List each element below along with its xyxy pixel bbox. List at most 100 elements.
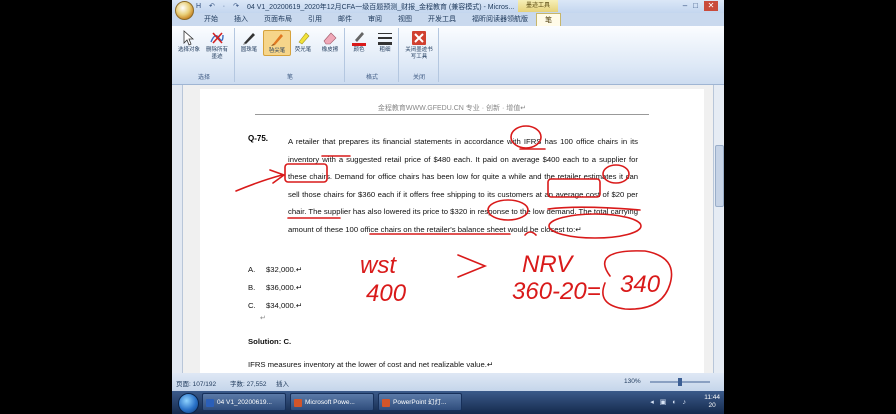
scrollbar-thumb[interactable] (715, 145, 724, 207)
select-objects-button[interactable]: 选择对象 (176, 30, 202, 54)
title-bar: H ↶ · ↷ · 04 V1_20200619_2020年12月CFA一级百题… (172, 0, 724, 13)
tab-developer[interactable]: 开发工具 (420, 13, 464, 26)
felt-tip-pen-label: 毡尖笔 (268, 48, 286, 54)
line-thickness-icon (378, 33, 392, 45)
group-pen-label: 笔 (286, 75, 293, 81)
tab-foxit-reader[interactable]: 福昕阅读器领航版 (464, 13, 536, 26)
ink-arrow-cost-to-nrv (457, 254, 488, 278)
option-c: C. $34,000.↵ (248, 301, 302, 310)
task-powerpoint-1[interactable]: Microsoft Powe... (290, 393, 374, 411)
clock[interactable]: 11:44 20 (704, 394, 720, 410)
ink-text-340: 340 (620, 271, 661, 298)
task-powerpoint-2[interactable]: PowerPoint 幻灯... (378, 393, 462, 411)
group-pen: 圆珠笔 毡尖笔 荧光笔 橡皮擦 笔 (236, 28, 345, 82)
ink-arrow-to-400 (235, 169, 286, 192)
tab-page-layout[interactable]: 页面布局 (256, 13, 300, 26)
ink-text-400: 400 (366, 280, 407, 307)
ink-text-cost: wst (360, 252, 397, 279)
eraser-icon (323, 32, 337, 45)
felt-tip-pen-icon (271, 34, 283, 46)
empty-paragraph-mark: ↵ (260, 315, 266, 322)
word-count[interactable]: 字数: 27,552 (230, 378, 267, 388)
application-screen: H ↶ · ↷ · 04 V1_20200619_2020年12月CFA一级百题… (172, 0, 724, 414)
quick-access-toolbar[interactable]: H ↶ · ↷ · (196, 2, 252, 10)
taskbar: 04 V1_20200619... Microsoft Powe... Powe… (172, 391, 724, 414)
eraser-button[interactable]: 橡皮擦 (317, 30, 343, 54)
group-format: 颜色 粗细 格式 (346, 28, 399, 82)
context-tab-ink-tools: 墨迹工具 (518, 0, 558, 12)
task-label: PowerPoint 幻灯... (393, 399, 447, 406)
ink-text-nrv: NRV (522, 251, 574, 278)
zoom-level[interactable]: 130% (624, 378, 641, 385)
close-ink-icon (412, 31, 426, 45)
tab-view[interactable]: 视图 (390, 13, 420, 26)
zoom-slider[interactable] (650, 378, 710, 386)
tab-pen[interactable]: 笔 (536, 13, 561, 26)
minimize-icon[interactable]: – (683, 1, 693, 10)
system-tray-icons[interactable]: ◂ ▣ ◐ ♪ (650, 398, 688, 406)
tab-home[interactable]: 开始 (196, 13, 226, 26)
task-label: Microsoft Powe... (305, 399, 355, 406)
document-page[interactable]: 金程教育WWW.GFEDU.CN 专业 · 创新 · 增值↵ Q-75. A r… (200, 89, 704, 373)
option-value: $36,000.↵ (266, 283, 303, 292)
ballpoint-pen-button[interactable]: 圆珠笔 (236, 30, 262, 54)
close-ink-tools-label: 关闭墨迹书写工具 (405, 47, 433, 60)
insert-mode[interactable]: 插入 (276, 378, 289, 388)
option-letter: B. (248, 283, 256, 292)
pen-color-icon (352, 32, 366, 46)
ink-circle-340 (602, 250, 673, 310)
clock-time: 11:44 (704, 394, 720, 401)
powerpoint-icon (382, 399, 390, 407)
clock-date: 20 (708, 402, 716, 409)
color-label: 颜色 (353, 47, 365, 53)
ribbon: 选择对象 删除所有墨迹 选择 圆珠笔 毡尖笔 荧光笔 橡皮擦 笔 颜色 粗细 格… (172, 26, 724, 85)
highlighter-icon (298, 32, 310, 45)
page-header: 金程教育WWW.GFEDU.CN 专业 · 创新 · 增值↵ (377, 105, 527, 112)
select-objects-label: 选择对象 (177, 47, 200, 53)
tab-review[interactable]: 审阅 (360, 13, 390, 26)
page-count[interactable]: 页面: 107/192 (176, 378, 216, 388)
highlighter-button[interactable]: 荧光笔 (290, 30, 316, 54)
ballpoint-pen-icon (243, 33, 255, 45)
close-icon[interactable]: ✕ (704, 1, 718, 11)
option-value: $34,000.↵ (266, 301, 303, 310)
document-area: 金程教育WWW.GFEDU.CN 专业 · 创新 · 增值↵ Q-75. A r… (172, 85, 724, 373)
powerpoint-icon (294, 399, 302, 407)
felt-tip-pen-button[interactable]: 毡尖笔 (263, 30, 291, 56)
highlighter-label: 荧光笔 (294, 47, 312, 53)
close-ink-tools-button[interactable]: 关闭墨迹书写工具 (404, 30, 434, 61)
delete-all-ink-label: 删除所有墨迹 (205, 47, 228, 60)
option-letter: C. (248, 301, 256, 310)
delete-all-ink-button[interactable]: 删除所有墨迹 (204, 30, 230, 61)
maximize-icon[interactable]: □ (693, 1, 704, 10)
group-close-label: 关闭 (412, 75, 425, 81)
question-text: A retailer that prepares its financial s… (288, 137, 638, 234)
task-label: 04 V1_20200619... (217, 399, 272, 406)
header-divider (255, 114, 649, 115)
solution-explanation: IFRS measures inventory at the lower of … (248, 360, 494, 369)
window-title: 04 V1_20200619_2020年12月CFA一级百题预测_财报_金程教育… (247, 4, 515, 11)
solution-answer: Solution: C. (248, 337, 292, 346)
vertical-scrollbar[interactable] (713, 85, 724, 373)
option-value: $32,000.↵ (266, 265, 303, 274)
tab-references[interactable]: 引用 (300, 13, 330, 26)
tab-insert[interactable]: 插入 (226, 13, 256, 26)
question-number: Q-75. (248, 134, 269, 143)
vertical-ruler (172, 85, 183, 373)
option-b: B. $36,000.↵ (248, 283, 302, 292)
start-button[interactable] (178, 393, 199, 414)
color-button[interactable]: 颜色 (346, 30, 372, 54)
ribbon-tabs: 开始 插入 页面布局 引用 邮件 审阅 视图 开发工具 福昕阅读器领航版 笔 (196, 13, 561, 26)
window-controls: –□ ✕ (683, 1, 718, 11)
task-word-document[interactable]: 04 V1_20200619... (202, 393, 286, 411)
ink-text-nrv-calc: 360-20= (512, 278, 601, 305)
thickness-label: 粗细 (379, 47, 391, 53)
group-close: 关闭墨迹书写工具 关闭 (400, 28, 439, 82)
option-letter: A. (248, 265, 256, 274)
thickness-button[interactable]: 粗细 (372, 30, 398, 54)
group-select-label: 选择 (197, 75, 210, 81)
cursor-arrow-icon (183, 30, 195, 46)
tab-mailings[interactable]: 邮件 (330, 13, 360, 26)
zoom-slider-knob[interactable] (678, 378, 682, 386)
office-button[interactable] (175, 1, 194, 20)
